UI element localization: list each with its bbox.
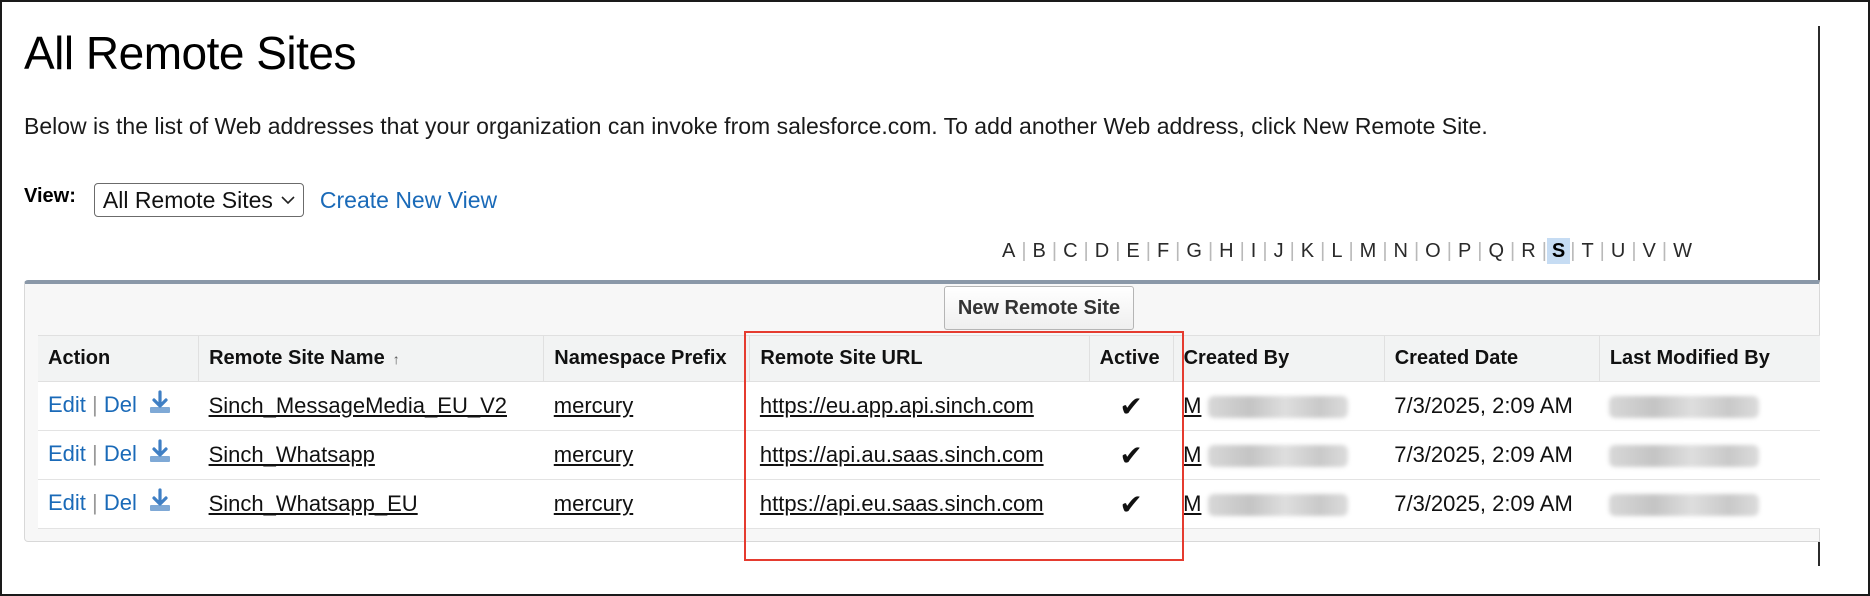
alphabet-letter-v[interactable]: V	[1637, 238, 1662, 264]
column-header-name-label: Remote Site Name	[209, 347, 385, 369]
delete-link[interactable]: Del	[104, 392, 137, 417]
alphabet-filter: A | B | C | D | E | F | G | H | I | J | K | L | M | N | O | P | Q | R | S | T |…	[996, 236, 1698, 266]
sort-ascending-icon: ↑	[392, 351, 400, 367]
remote-site-name-link[interactable]: Sinch_Whatsapp_EU	[209, 491, 418, 516]
alphabet-letter-g[interactable]: G	[1180, 238, 1208, 264]
new-remote-site-button[interactable]: New Remote Site	[944, 286, 1134, 330]
create-new-view-link[interactable]: Create New View	[320, 187, 497, 214]
column-header-last-modified-by[interactable]: Last Modified By	[1598, 335, 1820, 382]
alphabet-letter-k[interactable]: K	[1295, 238, 1320, 264]
alphabet-letter-r[interactable]: R	[1515, 238, 1541, 264]
last-modified-by-cell	[1599, 479, 1820, 529]
row-actions: Edit | Del	[38, 381, 199, 431]
created-by-cell: M	[1173, 479, 1385, 529]
column-header-action: Action	[38, 335, 199, 382]
redacted-name	[1207, 396, 1348, 419]
last-modified-by-cell	[1599, 381, 1820, 431]
remote-site-url-link[interactable]: https://eu.app.api.sinch.com	[760, 393, 1034, 418]
view-select[interactable]: All Remote Sites	[93, 183, 304, 217]
checkmark-icon: ✔	[1119, 488, 1143, 520]
download-icon[interactable]	[147, 439, 173, 471]
created-date: 7/3/2025, 2:09 AM	[1384, 430, 1600, 480]
edit-link[interactable]: Edit	[48, 490, 86, 515]
redacted-name	[1609, 445, 1760, 468]
row-actions: Edit | Del	[38, 479, 199, 529]
alphabet-letter-w[interactable]: W	[1667, 238, 1698, 264]
table-row: Edit | Del Sinch_Whatsapp_EU mercury https:…	[38, 479, 1820, 529]
table-row: Edit | Del Sinch_Whatsapp mercury https://a…	[38, 430, 1820, 480]
alphabet-letter-q[interactable]: Q	[1482, 238, 1510, 264]
alphabet-letter-n[interactable]: N	[1388, 238, 1414, 264]
alphabet-letter-j[interactable]: J	[1268, 238, 1290, 264]
checkmark-icon: ✔	[1119, 439, 1143, 471]
action-separator: |	[92, 391, 98, 417]
alphabet-letter-u[interactable]: U	[1605, 238, 1631, 264]
page-title: All Remote Sites	[24, 27, 357, 79]
remote-site-url-link[interactable]: https://api.eu.saas.sinch.com	[760, 491, 1044, 516]
checkmark-icon: ✔	[1119, 390, 1143, 422]
remote-site-name-link[interactable]: Sinch_MessageMedia_EU_V2	[209, 393, 507, 418]
column-header-name[interactable]: Remote Site Name ↑	[198, 335, 544, 382]
redacted-name	[1609, 494, 1760, 517]
alphabet-letter-a[interactable]: A	[996, 238, 1021, 264]
table-header-row: Action Remote Site Name ↑ Namespace Prefi…	[38, 335, 1820, 382]
redacted-name	[1207, 494, 1348, 517]
created-by-cell: M	[1173, 430, 1385, 480]
download-icon[interactable]	[147, 488, 173, 520]
created-date: 7/3/2025, 2:09 AM	[1384, 381, 1600, 431]
column-header-created-date[interactable]: Created Date	[1383, 335, 1600, 382]
view-filter-row: View: All Remote Sites Create New View	[24, 180, 497, 220]
alphabet-letter-s[interactable]: S	[1546, 238, 1571, 264]
edit-link[interactable]: Edit	[48, 441, 86, 466]
last-modified-by-cell	[1599, 430, 1820, 480]
remote-sites-table: Action Remote Site Name ↑ Namespace Prefi…	[38, 335, 1820, 529]
alphabet-letter-h[interactable]: H	[1213, 238, 1239, 264]
redacted-name	[1207, 445, 1348, 468]
column-header-url[interactable]: Remote Site URL	[749, 335, 1090, 382]
namespace-prefix-link[interactable]: mercury	[554, 393, 633, 418]
alphabet-letter-l[interactable]: L	[1325, 238, 1348, 264]
alphabet-letter-t[interactable]: T	[1575, 238, 1599, 264]
alphabet-letter-d[interactable]: D	[1089, 238, 1115, 264]
chevron-down-icon	[281, 195, 295, 205]
created-by-cell: M	[1173, 381, 1385, 431]
column-header-active[interactable]: Active	[1088, 335, 1174, 382]
action-separator: |	[92, 489, 98, 515]
created-by-link[interactable]: M	[1183, 491, 1201, 516]
column-header-created-by[interactable]: Created By	[1172, 335, 1385, 382]
alphabet-letter-m[interactable]: M	[1354, 238, 1383, 264]
edit-link[interactable]: Edit	[48, 392, 86, 417]
column-header-namespace[interactable]: Namespace Prefix	[543, 335, 750, 382]
alphabet-letter-f[interactable]: F	[1151, 238, 1175, 264]
created-date: 7/3/2025, 2:09 AM	[1384, 479, 1600, 529]
alphabet-letter-e[interactable]: E	[1120, 238, 1145, 264]
remote-site-name-link[interactable]: Sinch_Whatsapp	[209, 442, 375, 467]
row-actions: Edit | Del	[38, 430, 199, 480]
action-separator: |	[92, 440, 98, 466]
alphabet-letter-p[interactable]: P	[1452, 238, 1477, 264]
namespace-prefix-link[interactable]: mercury	[554, 491, 633, 516]
delete-link[interactable]: Del	[104, 441, 137, 466]
table-row: Edit | Del Sinch_MessageMedia_EU_V2 mercur…	[38, 381, 1820, 431]
namespace-prefix-link[interactable]: mercury	[554, 442, 633, 467]
alphabet-letter-o[interactable]: O	[1419, 238, 1447, 264]
created-by-link[interactable]: M	[1183, 393, 1201, 418]
remote-site-url-link[interactable]: https://api.au.saas.sinch.com	[760, 442, 1044, 467]
redacted-name	[1609, 396, 1760, 419]
view-select-value: All Remote Sites	[102, 186, 273, 213]
delete-link[interactable]: Del	[104, 490, 137, 515]
alphabet-letter-i[interactable]: I	[1245, 238, 1263, 264]
download-icon[interactable]	[147, 390, 173, 422]
page-description: Below is the list of Web addresses that …	[24, 113, 1488, 139]
alphabet-letter-c[interactable]: C	[1057, 238, 1083, 264]
alphabet-letter-b[interactable]: B	[1027, 238, 1052, 264]
created-by-link[interactable]: M	[1183, 442, 1201, 467]
view-label: View:	[24, 184, 76, 207]
